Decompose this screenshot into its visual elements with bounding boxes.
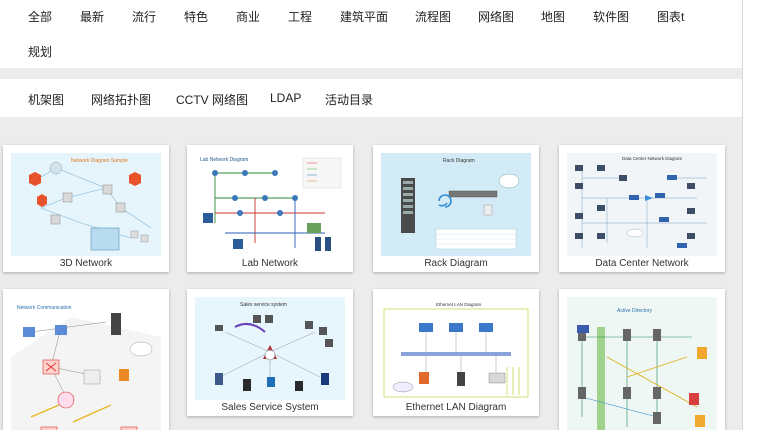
category-map[interactable]: 地图 <box>541 8 565 25</box>
template-thumbnail: Sales service system <box>195 297 345 400</box>
category-newest[interactable]: 最新 <box>80 8 104 25</box>
template-card-rack-diagram[interactable]: Rack Diagram Rack Diagram <box>373 145 539 272</box>
subcategory-ldap[interactable]: LDAP <box>270 91 301 105</box>
template-card-ethernet-lan[interactable]: Ethernet LAN Diagram Ethernet LAN Diagra… <box>373 289 539 416</box>
subcategory-topology[interactable]: 网络拓扑图 <box>91 91 151 108</box>
template-label: Lab Network <box>241 258 299 269</box>
template-card-sales-service-system[interactable]: Sales service system Sales Service Syste… <box>187 289 353 416</box>
thumb-title: Network Communication <box>17 305 72 311</box>
category-software[interactable]: 软件图 <box>593 8 629 25</box>
template-thumbnail: Active Directory <box>567 297 717 430</box>
subcategory-cctv[interactable]: CCTV 网络图 <box>176 91 248 108</box>
category-network[interactable]: 网络图 <box>478 8 514 25</box>
thumb-title: Data Center Network Diagram <box>622 156 683 161</box>
scrollbar-track[interactable] <box>742 0 761 430</box>
template-card-active-directory[interactable]: Active Directory <box>559 289 725 430</box>
template-thumbnail: Lab Network Diagram <box>195 153 345 256</box>
template-thumbnail: Rack Diagram <box>381 153 531 256</box>
category-featured[interactable]: 特色 <box>184 8 208 25</box>
template-card-network-communication[interactable]: Network Communication <box>3 289 169 430</box>
thumb-title: Lab Network Diagram <box>200 157 248 163</box>
template-card-3d-network[interactable]: Network Diagram Sample 3D Network <box>3 145 169 272</box>
thumb-title: Network Diagram Sample <box>71 158 128 164</box>
template-label: Ethernet LAN Diagram <box>405 402 507 413</box>
category-business[interactable]: 商业 <box>236 8 260 25</box>
subcategory-active-dir[interactable]: 活动目录 <box>325 91 373 108</box>
template-thumbnail: Data Center Network Diagram <box>567 153 717 256</box>
thumb-title: Sales service system <box>240 302 287 308</box>
category-bar: 全部 最新 流行 特色 商业 工程 建筑平面 流程图 网络图 地图 软件图 图表… <box>0 0 742 68</box>
category-all[interactable]: 全部 <box>28 8 52 25</box>
category-charts[interactable]: 图表t <box>657 8 684 25</box>
template-card-data-center-network[interactable]: Data Center Network Diagram Data Center … <box>559 145 725 272</box>
category-planning[interactable]: 规划 <box>28 43 52 60</box>
thumb-title: Rack Diagram <box>443 158 475 164</box>
template-card-lab-network[interactable]: Lab Network Diagram Lab Network <box>187 145 353 272</box>
template-label: Rack Diagram <box>424 258 488 269</box>
template-label: Sales Service System <box>221 402 319 413</box>
thumb-title: Ethernet LAN Diagram <box>436 302 482 307</box>
template-thumbnail: Network Diagram Sample <box>11 153 161 256</box>
thumb-title: Active Directory <box>617 308 653 314</box>
category-popular[interactable]: 流行 <box>132 8 156 25</box>
category-engineering[interactable]: 工程 <box>288 8 312 25</box>
template-thumbnail: Network Communication <box>11 297 161 430</box>
category-floor-plan[interactable]: 建筑平面 <box>340 8 388 25</box>
subcategory-bar: 机架图 网络拓扑图 CCTV 网络图 LDAP 活动目录 <box>0 79 742 117</box>
subcategory-rack[interactable]: 机架图 <box>28 91 64 108</box>
template-label: Data Center Network <box>595 258 689 269</box>
template-label: 3D Network <box>59 258 113 269</box>
template-thumbnail: Ethernet LAN Diagram <box>381 297 531 400</box>
category-flowchart[interactable]: 流程图 <box>415 8 451 25</box>
